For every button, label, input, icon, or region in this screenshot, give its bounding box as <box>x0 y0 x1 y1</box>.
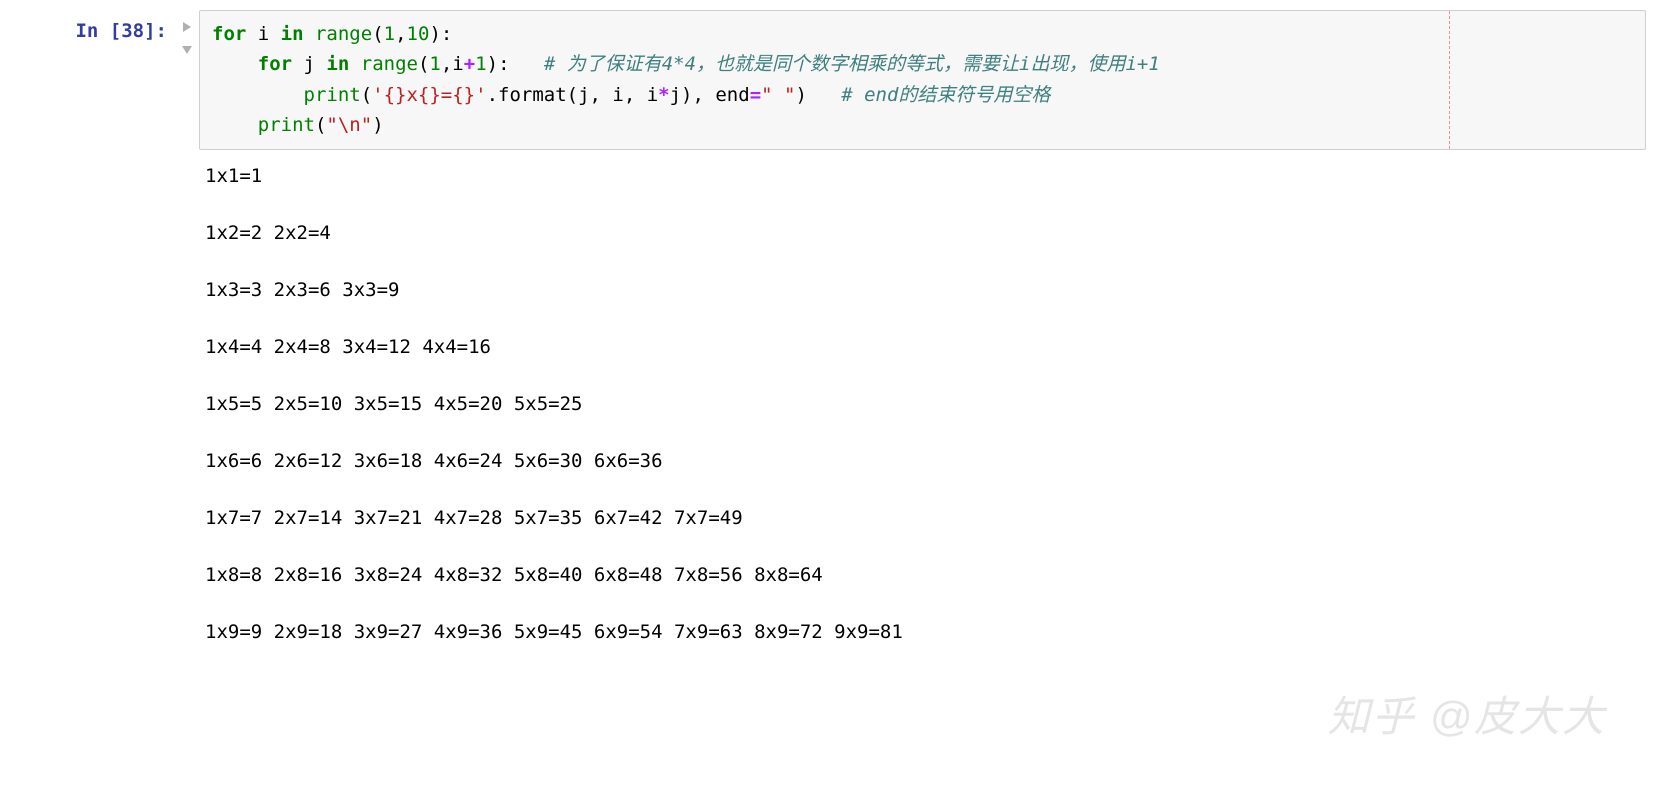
builtin-print: print <box>304 84 361 106</box>
keyword-for: for <box>212 23 246 45</box>
string-literal: "\n" <box>326 114 372 136</box>
operator-plus: + <box>464 53 475 75</box>
keyword-for: for <box>258 53 292 75</box>
comment: # end的结束符号用空格 <box>841 84 1050 106</box>
code-editor[interactable]: for i in range(1,10): for j in range(1,i… <box>199 10 1646 150</box>
gutter <box>175 10 199 54</box>
keyword-in: in <box>326 53 349 75</box>
input-cell: In [38]: for i in range(1,10): for j in … <box>0 0 1666 160</box>
builtin-range: range <box>304 23 373 45</box>
builtin-range: range <box>349 53 418 75</box>
input-prompt: In [38]: <box>75 20 167 42</box>
output-spacer <box>20 162 199 647</box>
margin-guide <box>1449 11 1450 149</box>
output-text: 1x1=1 1x2=2 2x2=4 1x3=3 2x3=6 3x3=9 1x4=… <box>199 162 1646 647</box>
code-line-1: for i in range(1,10): <box>212 19 1633 49</box>
code-line-4: print("\n") <box>212 110 1633 140</box>
comment: # 为了保证有4*4，也就是同个数字相乘的等式，需要让i出现，使用i+1 <box>544 53 1160 75</box>
run-icon[interactable] <box>183 22 191 32</box>
code-line-2: for j in range(1,i+1): # 为了保证有4*4，也就是同个数… <box>212 49 1633 79</box>
collapse-icon[interactable] <box>182 46 192 54</box>
keyword-in: in <box>281 23 304 45</box>
watermark: 知乎 @皮大大 <box>1328 683 1606 744</box>
prompt-area: In [38]: <box>20 10 175 42</box>
operator-star: * <box>658 84 669 106</box>
builtin-print: print <box>258 114 315 136</box>
string-literal: " " <box>761 84 795 106</box>
output-cell: 1x1=1 1x2=2 2x2=4 1x3=3 2x3=6 3x3=9 1x4=… <box>0 160 1666 667</box>
string-literal: '{}x{}={}' <box>372 84 486 106</box>
code-line-3: print('{}x{}={}'.format(j, i, i*j), end=… <box>212 80 1633 110</box>
